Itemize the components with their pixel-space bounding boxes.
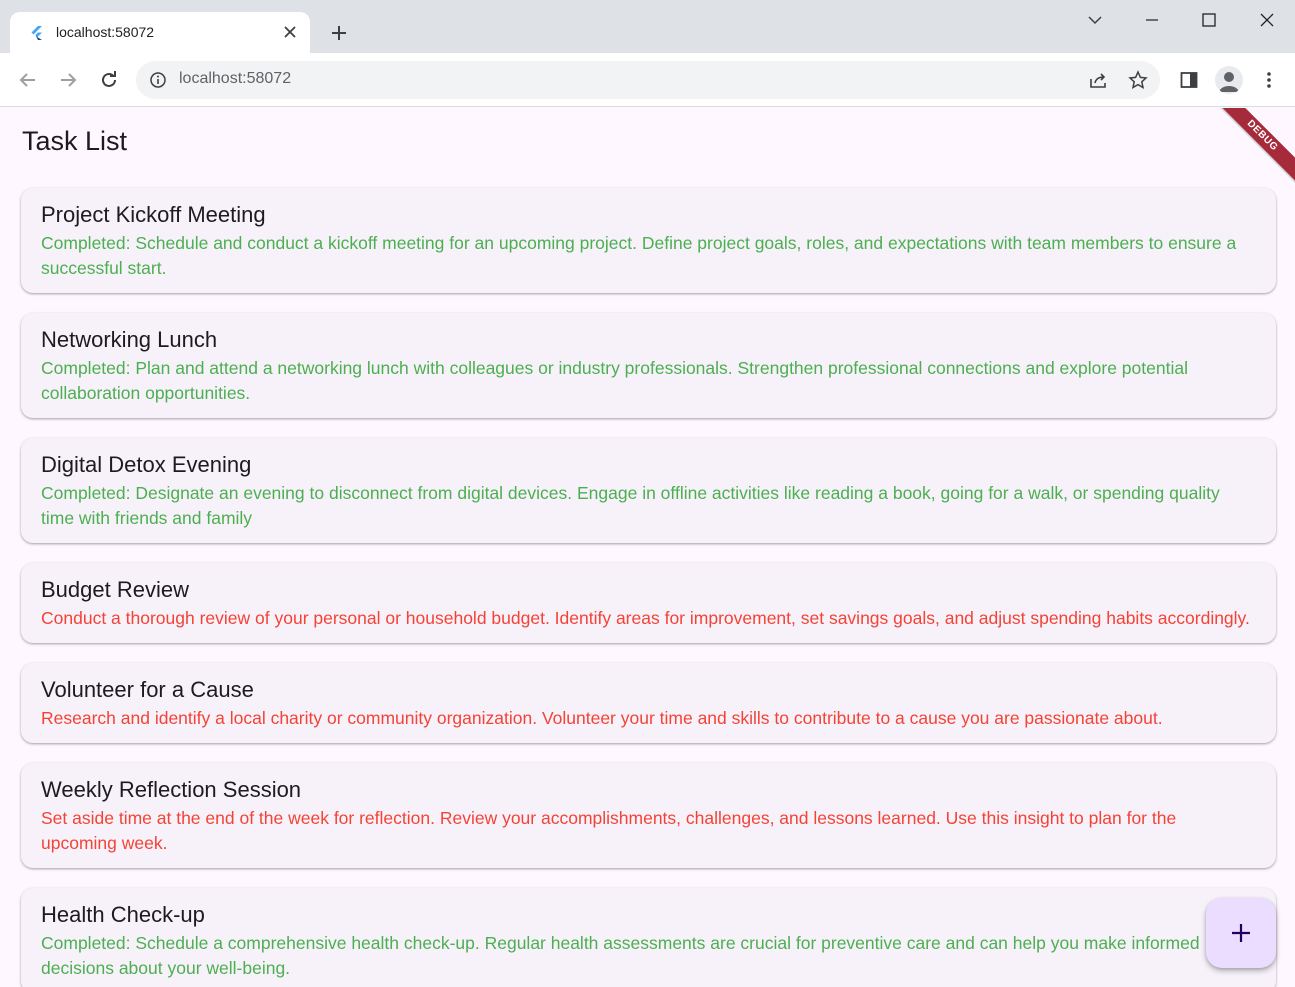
close-window-icon[interactable] [1255, 8, 1279, 32]
address-bar[interactable]: localhost:58072 [136, 61, 1160, 99]
task-title: Volunteer for a Cause [41, 677, 254, 702]
task-card[interactable]: Volunteer for a Cause Research and identi… [21, 663, 1276, 743]
plus-icon [1232, 924, 1250, 942]
reload-icon[interactable] [95, 66, 123, 94]
browser-tab[interactable]: localhost:58072 [10, 12, 310, 54]
tab-title: localhost:58072 [56, 24, 155, 40]
browser-window: localhost:58072 localhost:58072 Task Lis… [0, 0, 1295, 987]
task-description: Completed: Schedule and conduct a kickof… [41, 233, 1237, 278]
task-description: Completed: Designate an evening to disco… [41, 483, 1220, 528]
task-card[interactable]: Weekly Reflection Session Set aside time … [21, 763, 1276, 868]
side-panel-icon[interactable] [1175, 66, 1203, 94]
kebab-menu-icon[interactable] [1255, 66, 1283, 94]
maximize-icon[interactable] [1197, 8, 1221, 32]
task-card[interactable]: Networking Lunch Completed: Plan and atte… [21, 313, 1276, 418]
task-card[interactable]: Health Check-up Completed: Schedule a com… [21, 888, 1276, 987]
chevron-down-icon[interactable] [1083, 8, 1107, 32]
task-description: Completed: Schedule a comprehensive heal… [41, 933, 1200, 978]
task-list: Project Kickoff Meeting Completed: Schedu… [21, 188, 1276, 987]
close-icon[interactable] [280, 22, 300, 42]
tab-strip: localhost:58072 [0, 0, 1295, 54]
task-title: Budget Review [41, 577, 189, 602]
app-body: Task List DEBUG Project Kickoff Meeting C… [0, 108, 1295, 987]
task-description: Completed: Plan and attend a networking … [41, 358, 1188, 403]
task-title: Project Kickoff Meeting [41, 202, 266, 227]
task-title: Weekly Reflection Session [41, 777, 302, 802]
task-card[interactable]: Budget Review Conduct a thorough review o… [21, 563, 1276, 643]
share-icon[interactable] [1088, 70, 1108, 90]
flutter-icon [31, 26, 42, 40]
task-card[interactable]: Digital Detox Evening Completed: Designat… [21, 438, 1276, 543]
task-title: Digital Detox Evening [41, 452, 252, 477]
browser-toolbar: localhost:58072 [0, 53, 1295, 107]
task-description: Research and identify a local charity or… [41, 708, 1163, 728]
star-icon[interactable] [1128, 70, 1148, 90]
task-title: Networking Lunch [41, 327, 218, 352]
task-title: Health Check-up [41, 902, 205, 927]
arrow-right-icon[interactable] [54, 66, 82, 94]
arrow-left-icon[interactable] [14, 66, 42, 94]
debug-banner: DEBUG [1203, 108, 1295, 195]
task-description: Conduct a thorough review of your person… [41, 608, 1250, 628]
task-card[interactable]: Project Kickoff Meeting Completed: Schedu… [21, 188, 1276, 293]
add-task-button[interactable] [1206, 898, 1276, 968]
info-icon[interactable] [150, 72, 166, 88]
plus-icon[interactable] [326, 20, 352, 46]
minimize-icon[interactable] [1140, 8, 1164, 32]
task-description: Set aside time at the end of the week fo… [41, 808, 1177, 853]
page-title: Task List [22, 126, 128, 156]
address-text[interactable]: localhost:58072 [179, 70, 291, 88]
profile-icon[interactable] [1215, 66, 1243, 94]
